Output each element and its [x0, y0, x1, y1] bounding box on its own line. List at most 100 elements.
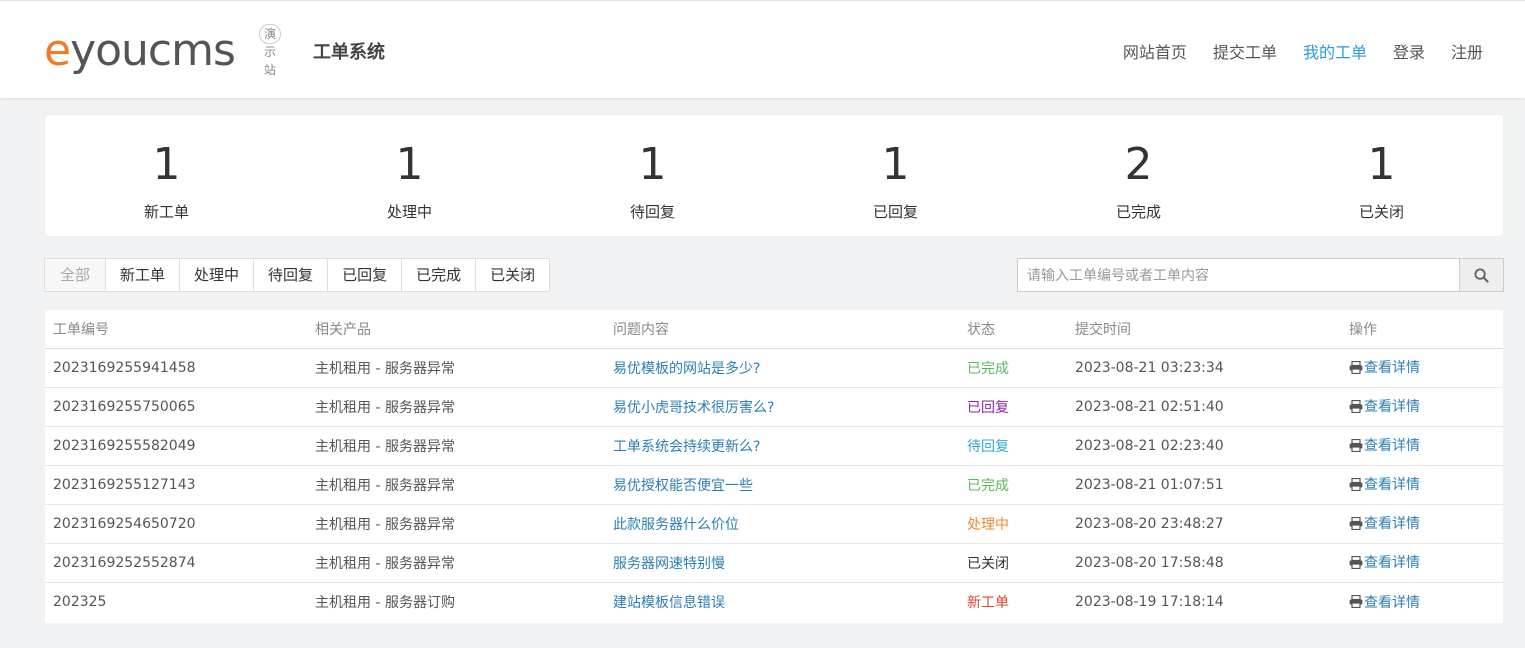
col-question: 问题内容	[605, 310, 959, 349]
stat-label: 处理中	[386, 203, 432, 221]
print-icon	[1349, 360, 1363, 374]
view-details-link[interactable]: 查看详情	[1349, 396, 1420, 416]
view-details-link[interactable]: 查看详情	[1349, 552, 1420, 572]
filter-tab-new[interactable]: 新工单	[105, 259, 179, 291]
ticket-search	[1017, 258, 1504, 292]
print-icon	[1349, 438, 1363, 452]
stat-count: 1	[638, 139, 667, 190]
filter-tab-processing[interactable]: 处理中	[179, 259, 253, 291]
table-row: 202325 主机租用 - 服务器订购 建站模板信息错误 新工单 2023-08-19 …	[45, 582, 1503, 621]
ticket-product: 主机租用 - 服务器订购	[315, 594, 455, 611]
ticket-status: 待回复	[959, 426, 1067, 466]
view-details-label: 查看详情	[1364, 477, 1420, 494]
system-title: 工单系统	[313, 42, 385, 63]
stat-label: 已关闭	[1358, 203, 1404, 221]
view-details-link[interactable]: 查看详情	[1349, 592, 1420, 612]
print-icon	[1349, 516, 1363, 530]
ticket-time: 2023-08-21 02:23:40	[1067, 426, 1341, 466]
site-header: eyoucms 演示站 工单系统 网站首页 提交工单 我的工单 登录 注册	[0, 0, 1525, 98]
search-icon	[1474, 267, 1489, 283]
filter-tab-replied[interactable]: 已回复	[327, 259, 401, 291]
col-submit-time: 提交时间	[1067, 310, 1341, 349]
stat-count: 1	[152, 139, 181, 190]
col-ticket-id: 工单编号	[45, 310, 307, 349]
demo-badge: 演示站	[259, 24, 282, 77]
table-header-row: 工单编号 相关产品 问题内容 状态 提交时间 操作	[45, 310, 1503, 349]
ticket-time: 2023-08-21 02:51:40	[1067, 387, 1341, 427]
ticket-time: 2023-08-21 01:07:51	[1067, 465, 1341, 505]
ticket-product: 主机租用 - 服务器异常	[307, 387, 605, 427]
ticket-time: 2023-08-20 23:48:27	[1067, 504, 1341, 544]
ticket-question-link[interactable]: 易优模板的网站是多少?	[613, 361, 760, 377]
stat-label: 已回复	[872, 203, 918, 221]
ticket-time: 2023-08-19 17:18:14	[1075, 593, 1224, 610]
ticket-id: 2023169255941458	[45, 348, 307, 388]
ticket-id: 2023169255750065	[45, 387, 307, 427]
view-details-link[interactable]: 查看详情	[1349, 474, 1420, 494]
stat-count: 1	[1367, 139, 1396, 190]
ticket-time: 2023-08-21 03:23:34	[1067, 348, 1341, 388]
filter-tab-closed[interactable]: 已关闭	[475, 259, 549, 291]
stat-label: 已完成	[1115, 203, 1161, 221]
ticket-question-link[interactable]: 此款服务器什么价位	[613, 517, 739, 533]
ticket-question-link[interactable]: 建站模板信息错误	[613, 595, 725, 611]
ticket-time: 2023-08-20 17:58:48	[1067, 543, 1341, 583]
main-nav: 网站首页 提交工单 我的工单 登录 注册	[1123, 39, 1483, 63]
ticket-product: 主机租用 - 服务器异常	[307, 465, 605, 505]
nav-my-tickets[interactable]: 我的工单	[1303, 39, 1367, 63]
ticket-id: 2023169252552874	[45, 543, 307, 583]
stat-new[interactable]: 1 新工单	[45, 115, 288, 236]
ticket-question-link[interactable]: 服务器网速特别慢	[613, 556, 725, 572]
print-icon	[1349, 595, 1363, 608]
filter-tab-completed[interactable]: 已完成	[401, 259, 475, 291]
stat-count: 2	[1124, 139, 1153, 190]
ticket-status: 已完成	[959, 465, 1067, 505]
ticket-id: 202325	[53, 593, 107, 610]
ticket-question-link[interactable]: 易优授权能否便宜一些	[613, 478, 753, 494]
nav-home[interactable]: 网站首页	[1123, 39, 1187, 63]
search-input[interactable]	[1017, 258, 1460, 292]
site-logo[interactable]: eyoucms 演示站	[44, 23, 282, 77]
print-icon	[1349, 555, 1363, 569]
ticket-stats-panel: 1 新工单 1 处理中 1 待回复 1 已回复 2 已完成 1 已关闭	[45, 115, 1503, 236]
ticket-product: 主机租用 - 服务器异常	[307, 504, 605, 544]
nav-submit-ticket[interactable]: 提交工单	[1213, 39, 1277, 63]
view-details-link[interactable]: 查看详情	[1349, 513, 1420, 533]
logo-wordmark: eyoucms	[44, 25, 236, 76]
table-row: 2023169255127143 主机租用 - 服务器异常 易优授权能否便宜一些 已完…	[45, 465, 1503, 505]
stat-replied[interactable]: 1 已回复	[774, 115, 1017, 236]
table-row: 2023169255750065 主机租用 - 服务器异常 易优小虎哥技术很厉害么?…	[45, 387, 1503, 427]
col-status: 状态	[959, 310, 1067, 349]
ticket-table: 工单编号 相关产品 问题内容 状态 提交时间 操作 20231692559414…	[45, 310, 1503, 623]
table-row: 2023169255941458 主机租用 - 服务器异常 易优模板的网站是多少? 已…	[45, 348, 1503, 388]
stat-count: 1	[395, 139, 424, 190]
view-details-link[interactable]: 查看详情	[1349, 435, 1420, 455]
nav-login[interactable]: 登录	[1393, 39, 1425, 63]
ticket-id: 2023169255582049	[45, 426, 307, 466]
ticket-product: 主机租用 - 服务器异常	[307, 426, 605, 466]
table-row: 2023169255582049 主机租用 - 服务器异常 工单系统会持续更新么? 待…	[45, 426, 1503, 466]
ticket-product: 主机租用 - 服务器异常	[307, 348, 605, 388]
search-button[interactable]	[1459, 258, 1504, 292]
stat-awaiting-reply[interactable]: 1 待回复	[531, 115, 774, 236]
ticket-id: 2023169255127143	[45, 465, 307, 505]
nav-register[interactable]: 注册	[1451, 39, 1483, 63]
ticket-product: 主机租用 - 服务器异常	[307, 543, 605, 583]
stat-closed[interactable]: 1 已关闭	[1260, 115, 1503, 236]
status-filter-tabs: 全部 新工单 处理中 待回复 已回复 已完成 已关闭	[44, 258, 551, 292]
view-details-label: 查看详情	[1364, 399, 1420, 416]
view-details-label: 查看详情	[1364, 594, 1420, 611]
stat-count: 1	[881, 139, 910, 190]
ticket-question-link[interactable]: 工单系统会持续更新么?	[613, 439, 760, 455]
ticket-question-link[interactable]: 易优小虎哥技术很厉害么?	[613, 400, 774, 416]
filter-tab-all[interactable]: 全部	[45, 259, 106, 291]
stat-completed[interactable]: 2 已完成	[1017, 115, 1260, 236]
col-action: 操作	[1341, 310, 1503, 349]
ticket-status: 处理中	[959, 504, 1067, 544]
filter-tab-awaiting-reply[interactable]: 待回复	[253, 259, 327, 291]
view-details-link[interactable]: 查看详情	[1349, 357, 1420, 377]
stat-label: 新工单	[143, 203, 189, 221]
ticket-id: 2023169254650720	[45, 504, 307, 544]
stat-processing[interactable]: 1 处理中	[288, 115, 531, 236]
ticket-status: 已回复	[959, 387, 1067, 427]
